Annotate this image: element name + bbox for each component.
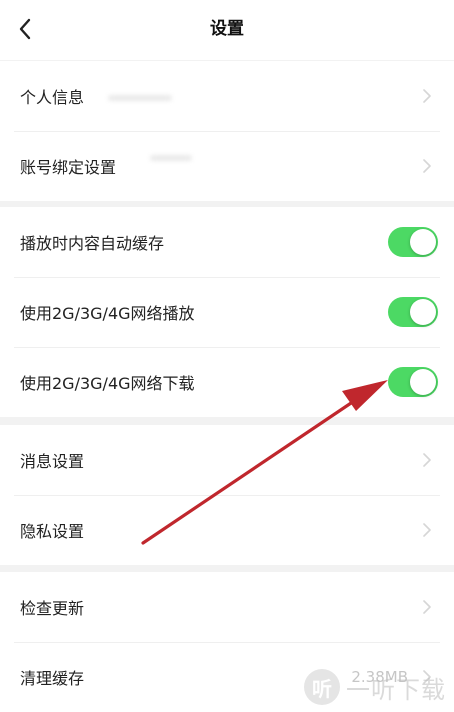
privacy-settings-item[interactable]: 隐私设置	[0, 495, 454, 565]
chevron-right-icon	[423, 159, 431, 173]
row-label: 消息设置	[20, 452, 85, 471]
blur-smudge	[150, 155, 192, 161]
mobile-play-toggle[interactable]	[388, 297, 438, 327]
row-label: 账号绑定设置	[20, 158, 117, 177]
watermark-logo-icon: 听	[304, 669, 340, 705]
chevron-right-icon	[423, 600, 431, 614]
row-label: 清理缓存	[20, 669, 85, 688]
check-update-item[interactable]: 检查更新	[0, 572, 454, 642]
nav-bar: 设置	[0, 0, 454, 60]
toggle-knob	[410, 229, 436, 255]
message-privacy-group: 消息设置 隐私设置	[0, 425, 454, 565]
toggle-knob	[410, 299, 436, 325]
toggle-knob	[410, 369, 436, 395]
page-title: 设置	[210, 19, 244, 39]
mobile-download-toggle[interactable]	[388, 367, 438, 397]
row-label: 检查更新	[20, 599, 85, 618]
mobile-play-item: 使用2G/3G/4G网络播放	[0, 277, 454, 347]
auto-cache-toggle[interactable]	[388, 227, 438, 257]
chevron-right-icon	[423, 453, 431, 467]
chevron-right-icon	[423, 523, 431, 537]
network-group: 播放时内容自动缓存 使用2G/3G/4G网络播放 使用2G/3G/4G网络下载	[0, 207, 454, 417]
row-label: 个人信息	[20, 88, 85, 107]
row-label: 使用2G/3G/4G网络播放	[20, 304, 195, 323]
settings-screen: 设置 个人信息 账号绑定设置 播放时内容自动缓存 使用2G/3G/4G网络播放	[0, 0, 454, 712]
blur-smudge	[108, 95, 172, 101]
account-binding-item[interactable]: 账号绑定设置	[0, 131, 454, 201]
account-group: 个人信息 账号绑定设置	[0, 61, 454, 201]
row-label: 使用2G/3G/4G网络下载	[20, 374, 195, 393]
chevron-right-icon	[423, 89, 431, 103]
personal-info-item[interactable]: 个人信息	[0, 61, 454, 131]
message-settings-item[interactable]: 消息设置	[0, 425, 454, 495]
watermark-text: 一听下载	[346, 675, 446, 704]
mobile-download-item: 使用2G/3G/4G网络下载	[0, 347, 454, 417]
watermark: 听 一听下载	[304, 666, 446, 708]
row-label: 播放时内容自动缓存	[20, 234, 165, 253]
auto-cache-item: 播放时内容自动缓存	[0, 207, 454, 277]
row-label: 隐私设置	[20, 522, 85, 541]
